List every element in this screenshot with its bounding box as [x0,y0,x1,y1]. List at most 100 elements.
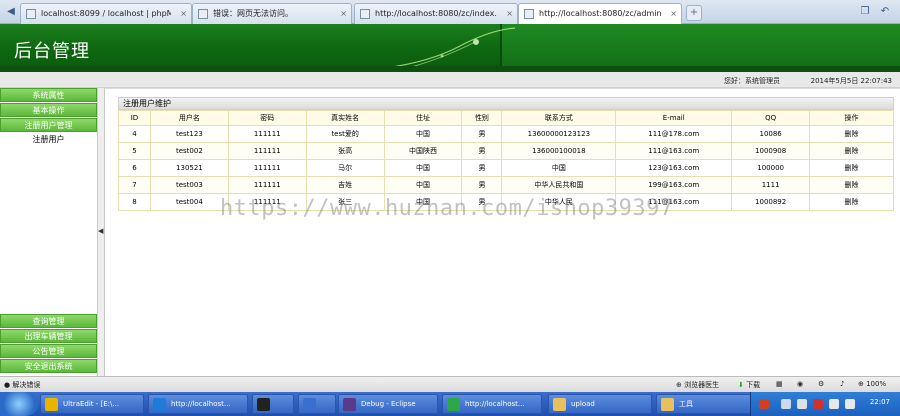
browser-tab-1[interactable]: localhost:8099 / localhost | phpM... × [20,3,192,24]
table-cell: 马尔 [305,159,385,177]
watermark: https://www.huzhan.com/ishop39397 [220,196,674,221]
page-favicon-icon [524,9,534,19]
delete-link[interactable]: 删除 [809,193,894,211]
speaker-icon[interactable]: ♪ [840,380,844,388]
menu-arrow-icon[interactable]: ◀ [2,3,20,21]
taskbar-item-3[interactable] [252,394,294,414]
download-icon: ⬇ [738,381,744,389]
sidebar-item-logout[interactable]: 安全退出系统 [0,359,97,373]
browser-tab-4[interactable]: http://localhost:8080/zc/admin/in... × [518,3,682,25]
grid-icon[interactable]: ▦ [776,380,783,388]
delete-link[interactable]: 删除 [809,142,894,160]
taskbar-item-label: http://localhost... [465,400,525,408]
app-icon [343,398,356,411]
table-cell: 1111 [731,176,811,194]
app-icon [257,398,270,411]
sidebar-item-vehicle-management[interactable]: 出理车辆管理 [0,329,97,343]
restore-window-icon[interactable]: ❐ [858,5,872,19]
tray-display-icon[interactable] [845,399,855,409]
taskbar-item-label: http://localhost... [171,400,231,408]
taskbar-item-6[interactable]: http://localhost... [442,394,542,414]
collapse-arrow-icon[interactable]: ◀ [98,226,104,236]
column-header[interactable]: 真实姓名 [305,110,385,126]
taskbar-item-4[interactable] [298,394,336,414]
tray-security-icon[interactable] [813,399,823,409]
banner-swirl-graphic [384,27,516,71]
back-icon[interactable]: ↶ [878,5,892,19]
close-tab-icon[interactable]: × [180,4,187,24]
download-label: 下载 [746,381,761,389]
sidebar-item-announcement-management[interactable]: 公告管理 [0,344,97,358]
delete-link[interactable]: 删除 [809,159,894,177]
sidebar-item-user-management[interactable]: 注册用户管理 [0,118,97,132]
clock: 22:07 [869,398,890,406]
table-cell: 吉姓 [305,176,385,194]
table-cell: test003 [149,176,229,194]
new-tab-button[interactable]: + [686,5,702,21]
table-cell: 张高 [305,142,385,160]
tray-lang-icon[interactable] [781,399,791,409]
close-tab-icon[interactable]: × [340,4,347,24]
taskbar-item-1[interactable]: UltraEdit - [E:\... [40,394,144,414]
table-cell: 男 [461,125,503,143]
tray-volume-icon[interactable] [829,399,839,409]
taskbar-item-7[interactable]: upload [548,394,652,414]
column-header[interactable]: 操作 [809,110,894,126]
table-cell: 111@178.com [615,125,733,143]
app-icon [153,398,166,411]
close-tab-icon[interactable]: × [506,4,513,24]
sidebar-item-query-management[interactable]: 查询管理 [0,314,97,328]
table-cell: test004 [149,193,229,211]
tray-s-icon[interactable] [759,399,769,409]
tray-network-icon[interactable] [797,399,807,409]
taskbar-item-label: 工具 [679,400,693,408]
page-title: 后台管理 [14,41,90,62]
status-strip: 您好：系统管理员 2014年5月5日 22:07:43 [0,72,900,88]
table-cell: 111@163.com [615,142,733,160]
start-button[interactable] [0,392,38,416]
table-header-row: ID 用户名 密码 真实姓名 住址 性别 联系方式 E-mail QQ 操作 [118,110,894,126]
app-icon [45,398,58,411]
browser-tab-2[interactable]: 错误：网页无法访问。 × [192,3,352,24]
table-cell: 1000892 [731,193,811,211]
column-header[interactable]: 住址 [383,110,463,126]
sidebar-splitter[interactable]: ◀ [97,88,105,376]
delete-link[interactable]: 删除 [809,125,894,143]
sidebar-item-basic-operations[interactable]: 基本操作 [0,103,97,117]
close-tab-icon[interactable]: × [670,4,677,24]
zoom-control[interactable]: ⊕ 100% [858,380,886,388]
delete-link[interactable]: 删除 [809,176,894,194]
taskbar-item-2[interactable]: http://localhost... [148,394,248,414]
table-cell: test002 [149,142,229,160]
table-cell: 199@163.com [615,176,733,194]
download-button[interactable]: ⬇ 下载 [738,380,760,390]
column-header[interactable]: 密码 [227,110,307,126]
table-cell: 7 [118,176,151,194]
column-header[interactable]: E-mail [615,110,733,126]
browser-tab-bar: ◀ localhost:8099 / localhost | phpM... × 错… [0,0,900,25]
browser-doctor-button[interactable]: ⊕ 浏览器医生 [676,380,719,390]
table-cell: 111111 [227,176,307,194]
column-header[interactable]: ID [118,110,151,126]
table-cell: 10086 [731,125,811,143]
taskbar-item-5[interactable]: Debug - Eclipse [338,394,438,414]
table-row: 4 test123 111111 test爱的 中国男 13600000123123 111… [118,125,894,143]
table-row: 5 test002 111111 张高 中国陕西男 136000100018 111@163… [118,142,894,160]
column-header[interactable]: QQ [731,110,811,126]
welcome-user: 您好：系统管理员 [724,77,780,85]
page-favicon-icon [360,9,370,19]
taskbar-item-label: upload [571,400,595,408]
tools-icon[interactable]: ⚙ [818,380,824,388]
table-cell: 男 [461,176,503,194]
column-header[interactable]: 用户名 [149,110,229,126]
column-header[interactable]: 联系方式 [501,110,617,126]
sidebar-item-system-properties[interactable]: 系统属性 [0,88,97,102]
sidebar-subitem-registered-users[interactable]: 注册用户 [0,133,97,147]
table-cell: 男 [461,159,503,177]
table-cell: 中国 [383,159,463,177]
taskbar-item-8[interactable]: 工具 [656,394,756,414]
table-cell: 中国 [383,176,463,194]
column-header[interactable]: 性别 [461,110,503,126]
browser-tab-3[interactable]: http://localhost:8080/zc/index.acti... × [354,3,518,24]
globe-icon[interactable]: ◉ [797,380,803,388]
